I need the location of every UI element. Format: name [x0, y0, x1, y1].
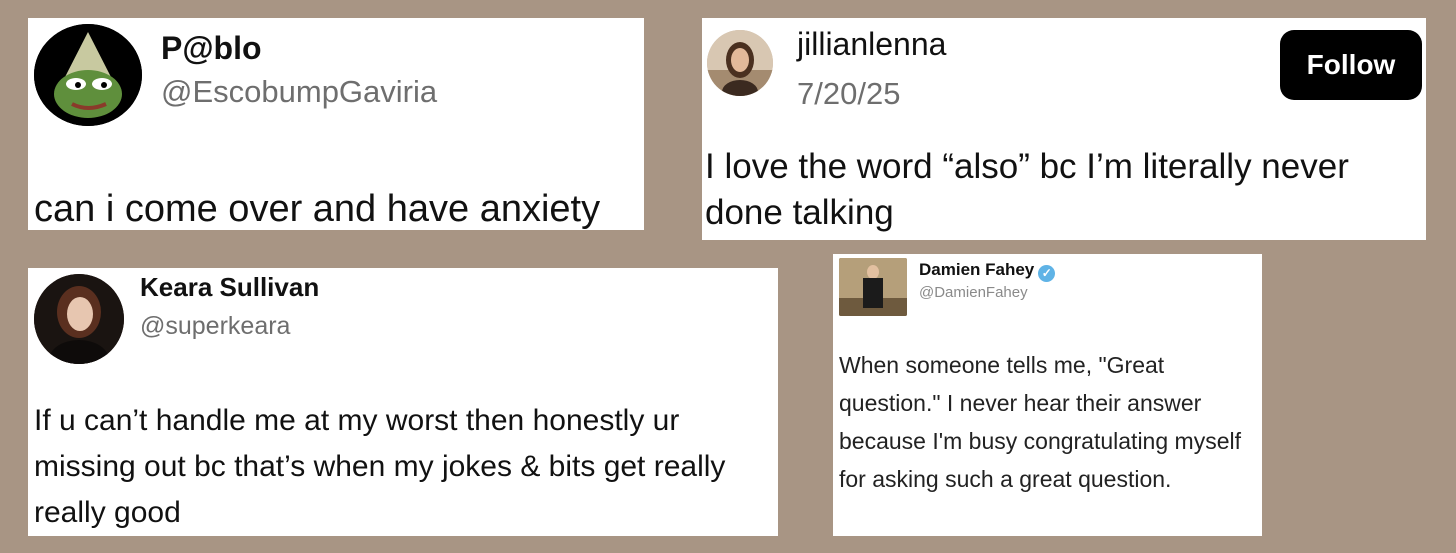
author-name[interactable]: jillianlenna — [797, 26, 946, 63]
tweet-card-pablo: P@blo @EscobumpGaviria can i come over a… — [28, 18, 644, 230]
author-name[interactable]: P@blo — [161, 30, 262, 67]
author-name[interactable]: Keara Sullivan — [140, 272, 319, 303]
pepe-avatar-icon[interactable] — [34, 24, 142, 126]
tweet-text: When someone tells me, "Great question."… — [839, 352, 1241, 492]
tweet-card-jillianlenna: jillianlenna 7/20/25 Follow I love the w… — [702, 18, 1426, 240]
author-name-label: Damien Fahey — [919, 260, 1035, 279]
avatar[interactable] — [839, 258, 907, 316]
tweet-card-keara: Keara Sullivan @superkeara If u can’t ha… — [28, 268, 778, 536]
tweet-text: If u can’t handle me at my worst then ho… — [34, 404, 726, 529]
author-handle[interactable]: @superkeara — [140, 312, 290, 341]
author-handle[interactable]: @DamienFahey — [919, 284, 1028, 301]
tweet-card-damien: Damien Fahey ✓ @DamienFahey When someone … — [833, 254, 1262, 536]
verified-badge-icon: ✓ — [1038, 265, 1056, 282]
follow-button[interactable]: Follow — [1280, 30, 1422, 100]
tweet-date: 7/20/25 — [797, 76, 901, 111]
avatar[interactable] — [34, 274, 124, 364]
tweet-text: I love the word “also” bc I’m literally … — [705, 147, 1349, 232]
avatar[interactable] — [707, 30, 773, 96]
author-handle[interactable]: @EscobumpGaviria — [161, 74, 437, 110]
tweet-text: can i come over and have anxiety — [34, 188, 601, 230]
author-name[interactable]: Damien Fahey ✓ — [919, 260, 1056, 282]
